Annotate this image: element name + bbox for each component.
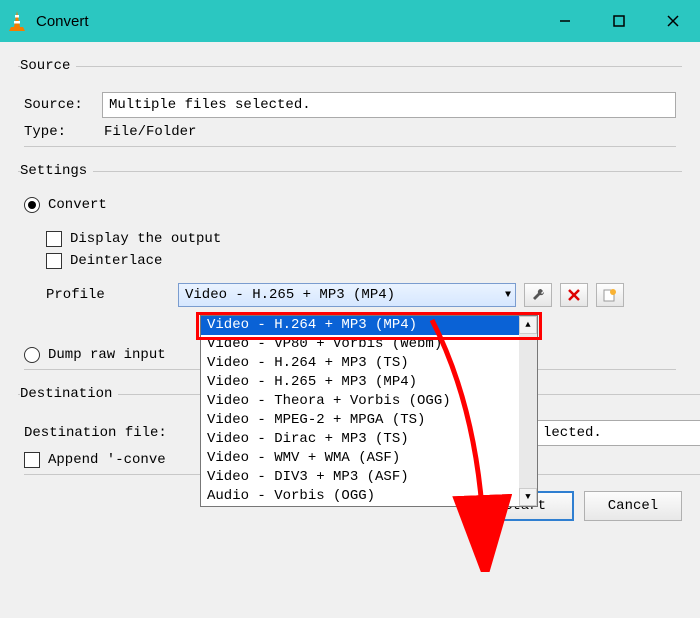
deinterlace-checkbox[interactable] (46, 253, 62, 269)
minimize-button[interactable] (538, 0, 592, 42)
profile-option[interactable]: Video - VP80 + Vorbis (Webm) (201, 335, 537, 354)
type-label: Type: (24, 124, 102, 140)
profile-selected: Video - H.265 + MP3 (MP4) (185, 287, 395, 303)
dump-raw-radio[interactable] (24, 347, 40, 363)
vlc-cone-icon (8, 9, 28, 33)
destination-file-label: Destination file: (24, 425, 180, 441)
destination-file-input[interactable] (536, 420, 700, 446)
profile-option[interactable]: Video - MPEG-2 + MPGA (TS) (201, 411, 537, 430)
profile-option[interactable]: Video - H.264 + MP3 (TS) (201, 354, 537, 373)
edit-profile-button[interactable] (524, 283, 552, 307)
source-label: Source: (24, 97, 102, 113)
maximize-button[interactable] (592, 0, 646, 42)
cancel-button[interactable]: Cancel (584, 491, 682, 521)
titlebar: Convert (0, 0, 700, 42)
scroll-down-icon[interactable]: ▼ (519, 488, 537, 506)
new-profile-button[interactable] (596, 283, 624, 307)
wrench-icon (530, 287, 546, 303)
profile-option[interactable]: Video - DIV3 + MP3 (ASF) (201, 468, 537, 487)
profile-dropdown[interactable]: Video - H.264 + MP3 (MP4)Video - VP80 + … (200, 315, 538, 507)
convert-label: Convert (48, 197, 107, 213)
append-checkbox[interactable] (24, 452, 40, 468)
settings-legend: Settings (20, 163, 93, 179)
dump-raw-label: Dump raw input (48, 347, 166, 363)
dropdown-scrollbar[interactable]: ▲ ▼ (519, 316, 537, 506)
scroll-up-icon[interactable]: ▲ (519, 316, 537, 334)
display-output-checkbox[interactable] (46, 231, 62, 247)
window-title: Convert (36, 13, 538, 30)
type-value: File/Folder (102, 124, 196, 140)
delete-icon (567, 288, 581, 302)
deinterlace-label: Deinterlace (70, 253, 162, 269)
profile-option[interactable]: Audio - Vorbis (OGG) (201, 487, 537, 506)
profile-option[interactable]: Video - H.265 + MP3 (MP4) (201, 373, 537, 392)
profile-label: Profile (46, 287, 178, 303)
close-button[interactable] (646, 0, 700, 42)
delete-profile-button[interactable] (560, 283, 588, 307)
source-group: Source Source: Type: File/Folder (18, 58, 682, 155)
source-legend: Source (20, 58, 76, 74)
convert-radio[interactable] (24, 197, 40, 213)
profile-option[interactable]: Video - Theora + Vorbis (OGG) (201, 392, 537, 411)
append-label: Append '-conve (48, 452, 166, 468)
profile-option[interactable]: Video - H.264 + MP3 (MP4) (201, 316, 537, 335)
new-profile-icon (602, 287, 618, 303)
chevron-down-icon: ▼ (505, 290, 511, 301)
profile-option[interactable]: Video - WMV + WMA (ASF) (201, 449, 537, 468)
profile-combobox[interactable]: Video - H.265 + MP3 (MP4) ▼ (178, 283, 516, 307)
profile-option[interactable]: Video - Dirac + MP3 (TS) (201, 430, 537, 449)
display-output-label: Display the output (70, 231, 221, 247)
destination-legend: Destination (20, 386, 118, 402)
source-input[interactable] (102, 92, 676, 118)
